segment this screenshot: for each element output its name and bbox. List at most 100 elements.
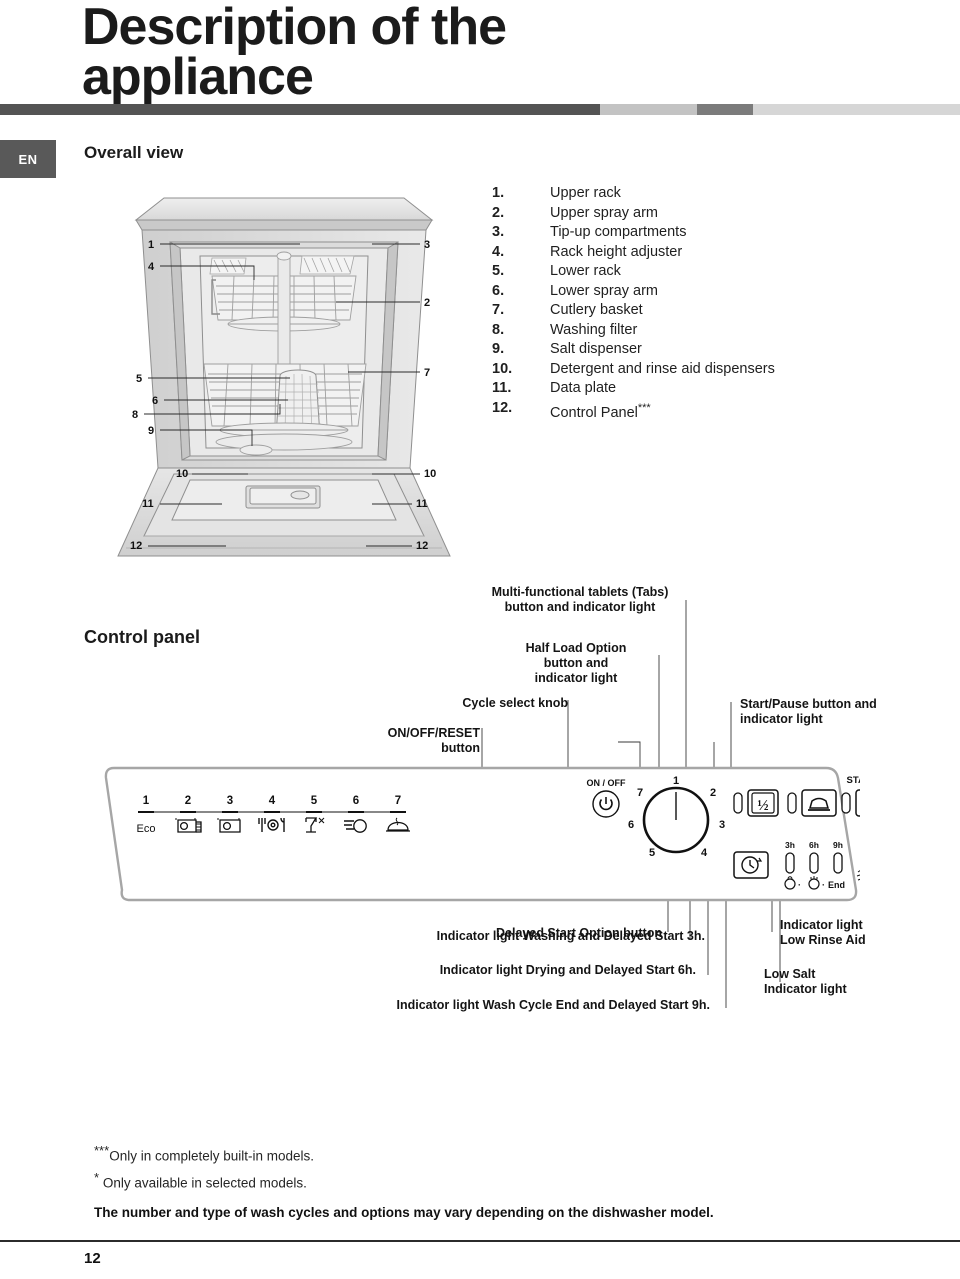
cycle-number-2: 2 [185, 795, 191, 807]
delay-label-3h: 3h [785, 840, 795, 850]
callout-on-off-reset-button: ON/OFF/RESET button [338, 726, 480, 756]
control-panel-graphic: 1 2 3 4 5 6 7 Eco ON / OFF 1 2 3 4 5 6 7… [104, 766, 860, 902]
parts-list-item: 12. Control Panel*** [492, 399, 932, 423]
callout-tabs-line1: Multi-functional tablets (Tabs) [491, 585, 669, 599]
figure-label-1: 1 [148, 239, 154, 251]
half-load-button[interactable]: ½ [747, 789, 779, 817]
cycle-number-5: 5 [311, 795, 318, 807]
phase-dot-1: · [798, 880, 801, 890]
knob-number-1: 1 [673, 775, 679, 787]
footer-rule [0, 1240, 960, 1242]
header-bar-segment-2 [600, 104, 697, 115]
parts-list-number: 1. [492, 185, 505, 201]
tabs-button[interactable] [801, 789, 837, 817]
parts-list-item: 3. Tip-up compartments [492, 223, 932, 243]
phase-label-end: End [828, 880, 845, 890]
parts-list-label: Detergent and rinse aid dispensers [550, 360, 775, 377]
callout-start-pause-button: Start/Pause button and indicator light [740, 697, 940, 727]
manual-page: Description of the appliance EN Overall … [0, 0, 960, 1279]
consumables-indicators [856, 870, 860, 881]
header-rule-bar [0, 104, 960, 115]
callout-halfload-line2: button and [543, 656, 609, 670]
language-tab-en: EN [0, 140, 56, 178]
panel-outline [104, 766, 858, 902]
parts-list-label: Upper spray arm [550, 204, 658, 221]
callout-lowsalt-line2: Indicator light [764, 982, 847, 996]
salt-icon [856, 870, 860, 881]
knob-number-3: 3 [719, 819, 725, 831]
parts-list-label: Upper rack [550, 185, 621, 201]
indicator-washing-3h [785, 852, 795, 874]
knob-number-7: 7 [637, 787, 643, 799]
parts-list-number: 2. [492, 204, 505, 221]
footnote-triple-text: Only in completely built-in models. [109, 1148, 315, 1164]
phase-dot-2: · [822, 880, 825, 890]
parts-list-number: 7. [492, 302, 505, 318]
tabs-indicator-light [787, 792, 797, 814]
footnote-single-text: Only available in selected models. [102, 1175, 307, 1190]
parts-list: 1. Upper rack 2. Upper spray arm 3. Tip-up co… [492, 184, 932, 423]
parts-list-superscript: *** [637, 401, 651, 414]
cycle-number-7: 7 [395, 795, 401, 807]
indicator-end-9h [833, 852, 843, 874]
footnote-single-mark: * [94, 1169, 100, 1185]
washing-filter [215, 433, 353, 451]
figure-label-2: 2 [424, 297, 430, 309]
knob-number-5: 5 [649, 847, 655, 859]
callout-half-load-option: Half Load Option button and indicator li… [496, 641, 656, 686]
cycle-number-1: 1 [143, 795, 150, 807]
parts-list-number: 3. [492, 224, 505, 240]
figure-label-8: 8 [132, 409, 138, 421]
delay-label-6h: 6h [809, 840, 819, 850]
callout-indicator-low-rinse-aid: Indicator light Low Rinse Aid [780, 918, 950, 948]
appliance-illustration: 1 4 5 6 8 9 3 2 7 [104, 168, 464, 568]
figure-label-7: 7 [424, 367, 430, 379]
callout-onoff-line1: ON/OFF/RESET [387, 726, 480, 740]
section-heading-control-panel: Control panel [84, 627, 200, 647]
callout-multifunctional-tablets: Multi-functional tablets (Tabs) button a… [476, 585, 684, 615]
page-title: Description of the appliance [82, 0, 507, 106]
parts-list-item: 6. Lower spray arm [492, 282, 932, 302]
section-heading-overall-view: Overall view [84, 143, 184, 162]
parts-list-number: 10. [492, 360, 513, 377]
callout-lowsalt-line1: Low Salt [764, 967, 816, 981]
parts-list-label: Lower rack [550, 263, 621, 279]
spray-column [276, 251, 292, 375]
parts-list-item: 4. Rack height adjuster [492, 243, 932, 263]
parts-list-label: Washing filter [550, 321, 638, 338]
figure-label-6: 6 [152, 395, 158, 407]
parts-list-item: 10. Detergent and rinse aid dispensers [492, 360, 932, 380]
half-load-label: ½ [757, 798, 768, 814]
parts-list-number: 8. [492, 321, 505, 338]
parts-list-number: 9. [492, 341, 505, 357]
appliance-door [117, 467, 451, 557]
start-pause-label: START / PAUSE [847, 775, 860, 786]
parts-list-item: 8. Washing filter [492, 321, 932, 341]
parts-list-label: Rack height adjuster [550, 243, 683, 260]
cycle-icon-eco-text: Eco [137, 823, 156, 835]
header-bar-segment-4 [753, 104, 960, 115]
parts-list-label: Cutlery basket [550, 302, 643, 318]
callout-cycle-select-knob: Cycle select knob [462, 696, 568, 710]
knob-number-2: 2 [710, 787, 716, 799]
callout-indicator-washing-3h: Indicator light Washing and Delayed Star… [436, 929, 705, 943]
header-bar-segment-3 [697, 104, 753, 115]
page-number: 12 [84, 1250, 101, 1267]
footnote-single-asterisk: * Only available in selected models. [94, 1167, 794, 1194]
parts-list-item: 2. Upper spray arm [492, 204, 932, 224]
parts-list-label: Control Panel*** [550, 401, 651, 421]
callout-onoff-line2: button [441, 741, 480, 755]
delayed-start-button[interactable] [733, 851, 769, 879]
start-pause-indicator-light [841, 792, 851, 814]
parts-list-number: 11. [492, 380, 512, 396]
knob-number-4: 4 [701, 847, 708, 859]
callout-indicator-wash-cycle-end-9h: Indicator light Wash Cycle End and Delay… [396, 998, 711, 1012]
parts-list-number: 12. [492, 399, 513, 416]
figure-label-3: 3 [424, 239, 430, 251]
callout-indicator-drying-6h: Indicator light Drying and Delayed Start… [439, 963, 696, 977]
parts-list-item: 5. Lower rack [492, 262, 932, 282]
parts-list-label: Lower spray arm [550, 282, 658, 299]
on-off-label: ON / OFF [587, 778, 626, 788]
parts-list-label: Tip-up compartments [550, 224, 687, 240]
parts-list-label: Data plate [550, 380, 617, 396]
